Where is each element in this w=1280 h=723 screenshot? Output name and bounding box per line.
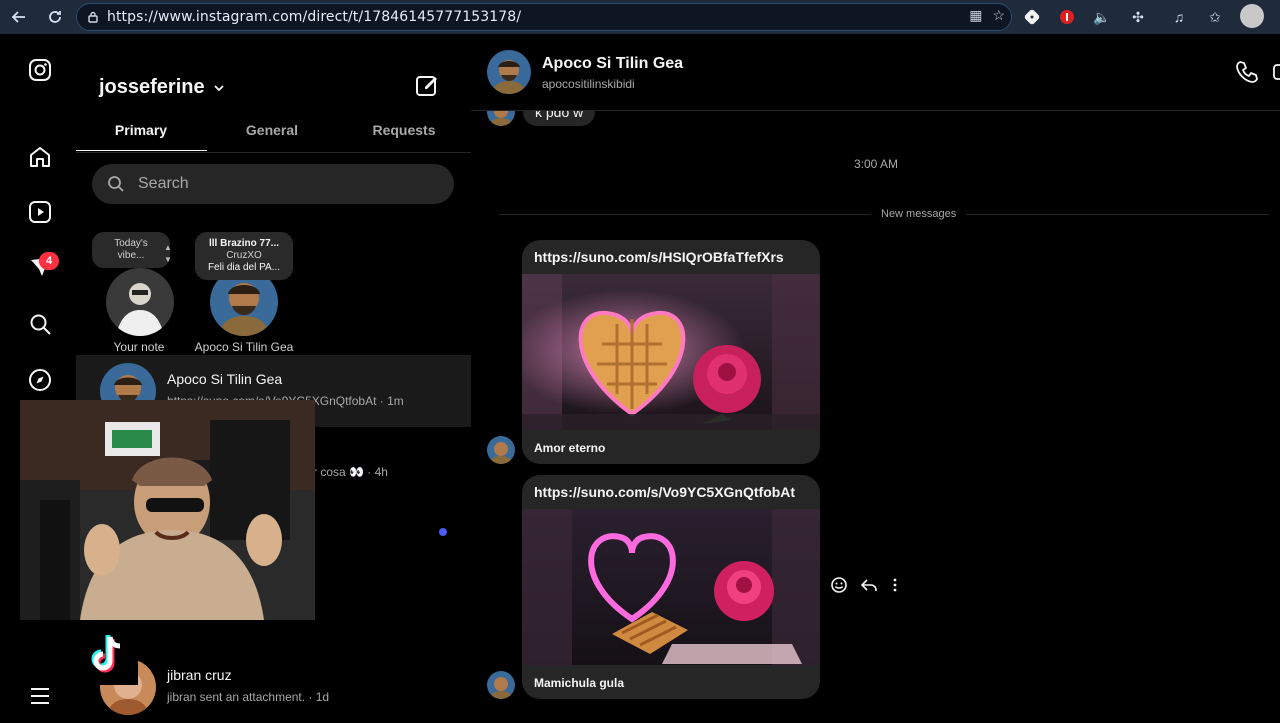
conversation-panel: Apoco Si Tilin Gea apocositilinskibidi k…	[471, 36, 1280, 720]
phone-icon	[1236, 61, 1258, 83]
reels-icon[interactable]	[26, 198, 54, 226]
arrow-left-icon	[11, 11, 25, 23]
chevron-down-icon	[213, 84, 224, 91]
notification-badge: 4	[39, 252, 59, 270]
note-bubble: lll Brazino 77... CruzXO Feli dia del PA…	[195, 232, 293, 280]
extension-dice-icon[interactable]	[1021, 6, 1043, 28]
conversation-header: Apoco Si Tilin Gea apocositilinskibidi	[471, 36, 1280, 111]
extension-red-icon[interactable]	[1056, 6, 1078, 28]
browser-profile-avatar[interactable]	[1240, 4, 1264, 28]
account-switcher[interactable]: josseferine	[99, 76, 225, 99]
instagram-logo-icon[interactable]	[26, 56, 54, 84]
contact-handle: apocositilinskibidi	[542, 77, 635, 91]
react-emoji-icon[interactable]	[830, 576, 848, 599]
reply-icon[interactable]	[860, 576, 878, 599]
tab-general[interactable]: General	[207, 122, 337, 138]
lock-icon	[87, 11, 99, 23]
note-sort-arrows-icon: ▲ ▼	[164, 243, 172, 264]
thread-preview: jibran sent an attachment. · 1d	[167, 690, 330, 704]
webcam-overlay	[20, 400, 315, 620]
browser-toolbar: https://www.instagram.com/direct/t/17846…	[0, 0, 1280, 34]
back-button[interactable]	[6, 4, 32, 30]
message-actions	[830, 576, 900, 599]
extensions-puzzle-icon[interactable]: ✣	[1127, 6, 1149, 28]
tab-primary[interactable]: Primary	[76, 122, 206, 138]
sender-avatar	[487, 671, 515, 699]
avatar	[106, 268, 174, 336]
thread-name: Apoco Si Tilin Gea	[167, 371, 283, 387]
explore-icon[interactable]	[26, 366, 54, 394]
more-options-icon[interactable]	[890, 576, 900, 599]
address-bar[interactable]: https://www.instagram.com/direct/t/17846…	[76, 3, 1012, 31]
apps-icon[interactable]: ▦	[969, 7, 982, 24]
tab-requests[interactable]: Requests	[339, 122, 469, 138]
sender-avatar	[487, 436, 515, 464]
reload-icon	[49, 11, 61, 23]
tiktok-logo-icon	[76, 623, 138, 685]
preview-image	[522, 274, 820, 430]
avatar[interactable]	[487, 50, 531, 94]
compose-icon	[416, 76, 437, 96]
song-title: Amor eterno	[534, 441, 606, 455]
favorites-icon[interactable]: ✩	[1204, 6, 1226, 28]
account-username: josseferine	[99, 76, 205, 98]
preview-image	[522, 509, 820, 665]
search-icon	[108, 176, 124, 192]
notes-row: Today's vibe... ▲ ▼ Your note lll Brazino…	[76, 232, 471, 356]
note-label: Apoco Si Tilin Gea	[194, 340, 294, 354]
search-box[interactable]	[92, 164, 454, 204]
shared-link[interactable]: https://suno.com/s/Vo9YC5XGnQtfobAt	[534, 484, 795, 500]
search-input[interactable]	[136, 174, 440, 194]
video-icon	[1273, 64, 1280, 80]
reload-button[interactable]	[42, 4, 68, 30]
search-icon[interactable]	[26, 310, 54, 338]
favorite-star-icon[interactable]: ☆	[992, 7, 1005, 24]
unread-dot	[439, 528, 447, 536]
new-message-button[interactable]	[414, 72, 440, 98]
thread-preview: r cosa 👀 · 4h	[313, 465, 388, 479]
inbox-tabs: Primary General Requests	[76, 116, 471, 153]
video-call-button[interactable]	[1271, 58, 1280, 86]
song-title: Mamichula gula	[534, 676, 625, 690]
menu-icon[interactable]	[26, 682, 54, 710]
home-icon[interactable]	[26, 143, 54, 171]
link-preview-card[interactable]: https://suno.com/s/HSIQrOBfaTfefXrs Amor	[522, 240, 820, 464]
audio-call-button[interactable]	[1233, 58, 1261, 86]
thread-name: jibran cruz	[167, 667, 232, 683]
active-tab-indicator	[76, 150, 207, 151]
contact-name[interactable]: Apoco Si Tilin Gea	[542, 55, 683, 73]
new-messages-label: New messages	[871, 208, 967, 220]
volume-icon[interactable]: 🔈	[1091, 6, 1113, 28]
url-text: https://www.instagram.com/direct/t/17846…	[107, 9, 522, 25]
shared-link[interactable]: https://suno.com/s/HSIQrOBfaTfefXrs	[534, 249, 784, 265]
timestamp-separator: 3:00 AM	[853, 157, 899, 171]
note-bubble: Today's vibe...	[92, 232, 170, 268]
link-preview-card[interactable]: https://suno.com/s/Vo9YC5XGnQtfobAt Mami…	[522, 475, 820, 699]
media-control-icon[interactable]: ♫	[1168, 6, 1190, 28]
